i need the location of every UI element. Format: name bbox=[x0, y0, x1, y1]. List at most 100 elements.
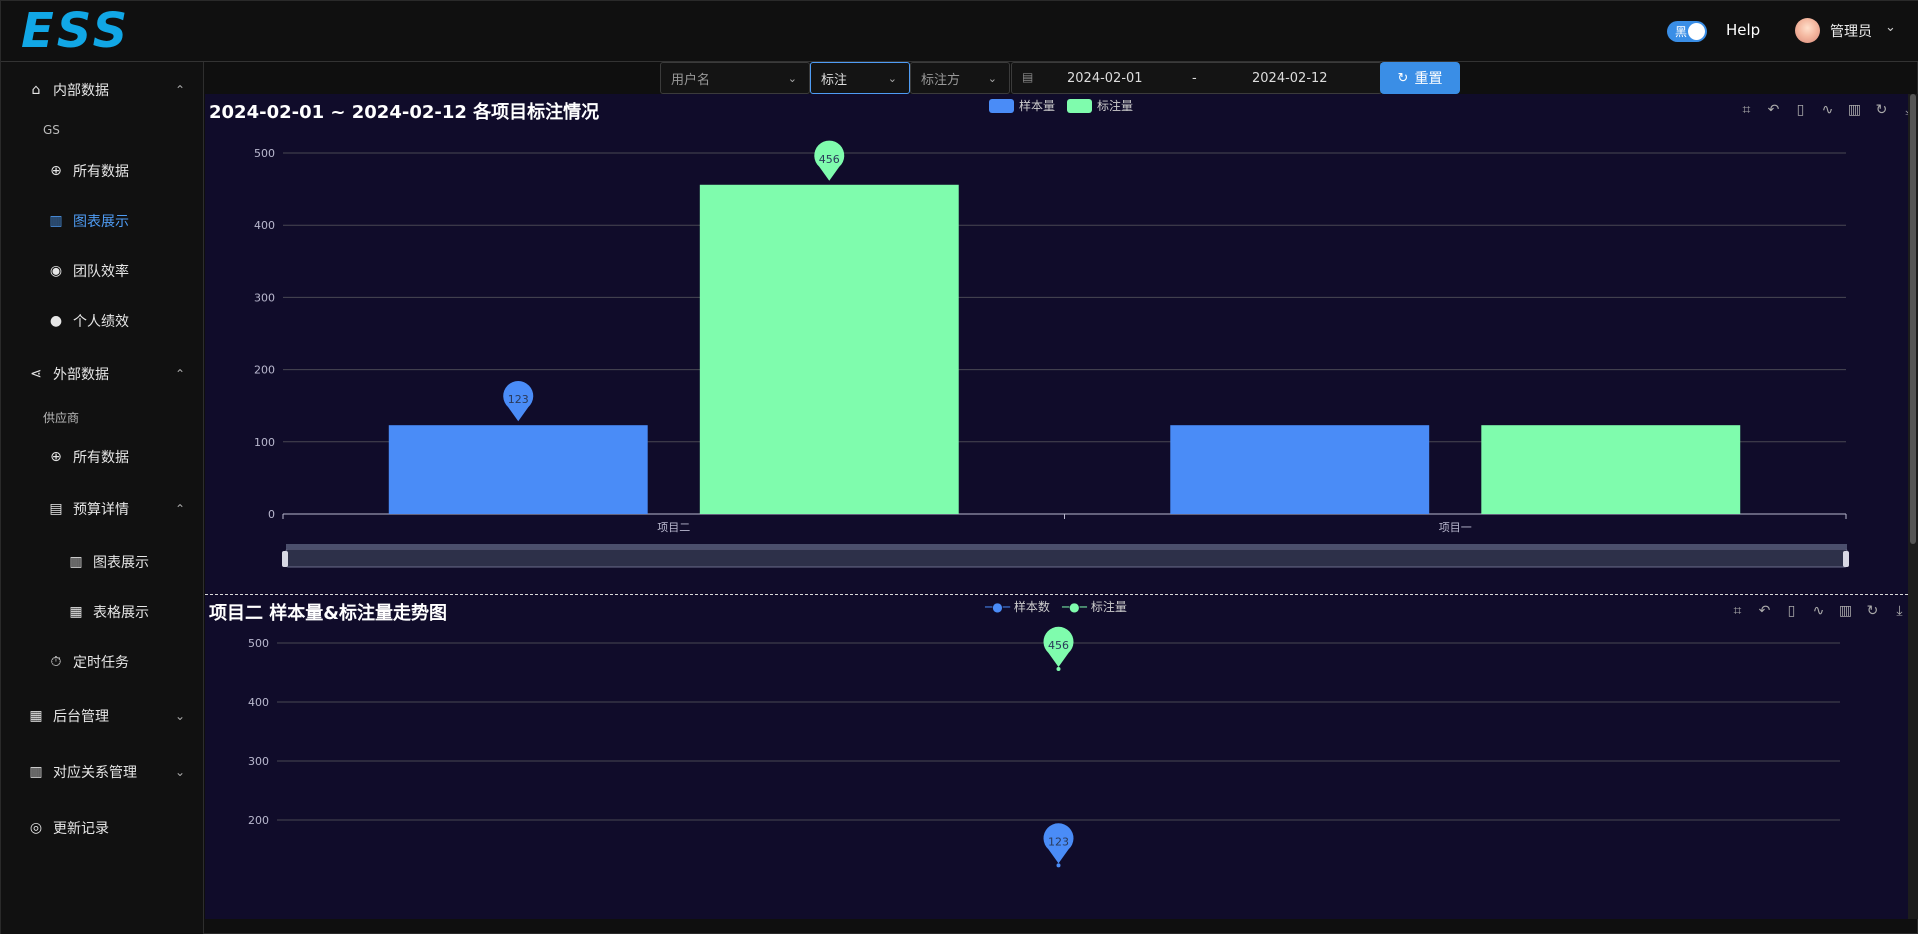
zoom-slider-handle-left bbox=[282, 551, 288, 567]
help-link[interactable]: Help bbox=[1726, 21, 1760, 39]
menu-supplier-all-data[interactable]: ⊕ 所有数据 bbox=[1, 437, 203, 477]
chevron-down-icon[interactable]: ⌄ bbox=[1885, 20, 1896, 35]
theme-toggle-label: 黑 bbox=[1675, 25, 1688, 39]
menu-label: 所有数据 bbox=[73, 450, 129, 466]
markpoint-label: 123 bbox=[508, 393, 529, 406]
menu-label: 图表展示 bbox=[73, 214, 129, 230]
date-range-picker[interactable]: ▤ 2024-02-01 - 2024-02-12 bbox=[1011, 62, 1382, 94]
zoom-slider-handle-bar bbox=[286, 544, 1847, 549]
clipboard-icon: ▤ bbox=[49, 501, 63, 517]
y-tick-label: 200 bbox=[248, 814, 269, 827]
labeler-select[interactable]: 标注方 ⌄ bbox=[910, 62, 1010, 94]
menu-label: 内部数据 bbox=[53, 83, 109, 99]
apps-icon: ▦ bbox=[29, 708, 43, 724]
app-window: ESS 黑 Help 管理员 ⌄ ⌂ 内部数据 ⌃ GS ⊕ 所有数据 ▥ 图表… bbox=[0, 0, 1918, 934]
menu-personal-performance[interactable]: ● 个人绩效 bbox=[1, 301, 203, 341]
date-end-input[interactable]: 2024-02-12 bbox=[1252, 71, 1328, 86]
menu-budget-table[interactable]: ▦ 表格展示 bbox=[1, 592, 203, 632]
bar-chart-icon: ▥ bbox=[69, 554, 83, 570]
bar bbox=[699, 184, 959, 514]
markpoint-label: 456 bbox=[1048, 639, 1069, 652]
group-title: GS bbox=[43, 123, 60, 137]
data-point bbox=[1056, 666, 1061, 671]
app-logo[interactable]: ESS bbox=[21, 7, 130, 55]
menu-label: 定时任务 bbox=[73, 655, 129, 671]
user-menu[interactable]: 管理员 bbox=[1830, 21, 1872, 41]
grid-icon: ▦ bbox=[69, 604, 83, 620]
menu-label: 更新记录 bbox=[53, 821, 109, 837]
menu-label: 所有数据 bbox=[73, 164, 129, 180]
bar bbox=[388, 425, 648, 514]
avatar[interactable] bbox=[1795, 18, 1820, 43]
sidebar: ⌂ 内部数据 ⌃ GS ⊕ 所有数据 ▥ 图表展示 ◉ 团队效率 ● 个人绩效 … bbox=[1, 62, 204, 934]
menu-budget-chart[interactable]: ▥ 图表展示 bbox=[1, 542, 203, 582]
menu-all-data[interactable]: ⊕ 所有数据 bbox=[1, 151, 203, 191]
menu-team-efficiency[interactable]: ◉ 团队效率 bbox=[1, 251, 203, 291]
line-chart: 200 300 400 500 123 456 bbox=[248, 626, 1840, 868]
menu-label: 外部数据 bbox=[53, 367, 109, 383]
menu-label: 预算详情 bbox=[73, 502, 129, 518]
menu-label: 表格展示 bbox=[93, 605, 149, 621]
username-placeholder: 用户名 bbox=[671, 72, 711, 88]
chevron-up-icon: ⌃ bbox=[174, 367, 185, 381]
menu-scheduled-tasks[interactable]: ⏱ 定时任务 bbox=[1, 642, 203, 682]
bar bbox=[1170, 425, 1430, 514]
user-icon: ● bbox=[49, 313, 63, 329]
menu-changelog[interactable]: ◎ 更新记录 bbox=[1, 808, 203, 848]
zoom-slider-handle-right bbox=[1843, 551, 1849, 567]
labeler-placeholder: 标注方 bbox=[921, 72, 961, 88]
markpoint-label: 456 bbox=[819, 153, 840, 166]
line-chart-panel: 项目二 样本量&标注量走势图 ─●─ 样本数 ─●─ 标注量 ⌗ ↶ ▯ ∿ ▥… bbox=[205, 594, 1908, 919]
chrome-icon: ◉ bbox=[49, 263, 63, 279]
chevron-up-icon: ⌃ bbox=[174, 83, 185, 97]
menu-label: 个人绩效 bbox=[73, 314, 129, 330]
menu-chart-display[interactable]: ▥ 图表展示 bbox=[1, 201, 203, 241]
username-select[interactable]: 用户名 ⌄ bbox=[660, 62, 810, 94]
menu-label: 对应关系管理 bbox=[53, 765, 137, 781]
plus-circle-icon: ⊕ bbox=[50, 163, 62, 179]
data-point bbox=[1056, 863, 1061, 868]
date-start-input[interactable]: 2024-02-01 bbox=[1067, 71, 1143, 86]
chevron-down-icon: ⌄ bbox=[887, 71, 897, 85]
menu-external-data[interactable]: ⋖ 外部数据 ⌃ bbox=[1, 354, 203, 394]
group-title: 供应商 bbox=[43, 411, 80, 425]
x-tick-label: 项目一 bbox=[1439, 521, 1472, 534]
chevron-down-icon: ⌄ bbox=[174, 709, 185, 723]
timer-icon: ⏱ bbox=[50, 654, 62, 670]
building-icon: ▥ bbox=[29, 764, 43, 780]
toggle-knob bbox=[1688, 23, 1705, 40]
menu-budget-details[interactable]: ▤ 预算详情 ⌃ bbox=[1, 489, 203, 529]
y-tick-label: 300 bbox=[248, 755, 269, 768]
reset-button[interactable]: ↻ 重置 bbox=[1380, 62, 1460, 94]
y-tick-label: 500 bbox=[248, 637, 269, 650]
home-icon: ⌂ bbox=[31, 82, 41, 98]
menu-backend-management[interactable]: ▦ 后台管理 ⌄ bbox=[1, 696, 203, 736]
chevron-up-icon: ⌃ bbox=[174, 502, 185, 516]
y-tick-label: 400 bbox=[254, 219, 275, 232]
x-tick-label: 项目二 bbox=[657, 521, 690, 534]
refresh-icon: ↻ bbox=[1397, 70, 1409, 86]
tag-value: 标注 bbox=[821, 72, 848, 88]
chevron-down-icon: ⌄ bbox=[174, 765, 185, 779]
top-bar: ESS 黑 Help 管理员 ⌄ bbox=[1, 1, 1918, 62]
bar bbox=[1481, 425, 1741, 514]
menu-label: 团队效率 bbox=[73, 264, 129, 280]
scrollbar[interactable] bbox=[1908, 94, 1918, 919]
y-tick-label: 500 bbox=[254, 147, 275, 160]
chevron-down-icon: ⌄ bbox=[987, 71, 997, 85]
y-tick-label: 0 bbox=[268, 508, 275, 521]
plus-circle-icon: ⊕ bbox=[50, 449, 62, 465]
bar-chart-icon: ▥ bbox=[49, 213, 63, 229]
chevron-down-icon: ⌄ bbox=[787, 71, 797, 85]
eye-icon: ◎ bbox=[29, 820, 43, 836]
scrollbar-thumb[interactable] bbox=[1910, 94, 1916, 544]
y-tick-label: 400 bbox=[248, 696, 269, 709]
menu-internal-data[interactable]: ⌂ 内部数据 ⌃ bbox=[1, 70, 203, 110]
theme-toggle[interactable]: 黑 bbox=[1667, 21, 1707, 42]
y-tick-label: 200 bbox=[254, 364, 275, 377]
bar-chart: 0 100 200 300 400 500 项目二 项目一 123 456 bbox=[254, 140, 1849, 568]
date-separator: - bbox=[1192, 71, 1197, 86]
tag-select[interactable]: 标注 ⌄ bbox=[810, 62, 910, 94]
zoom-slider-track bbox=[285, 548, 1848, 568]
menu-mapping-management[interactable]: ▥ 对应关系管理 ⌄ bbox=[1, 752, 203, 792]
